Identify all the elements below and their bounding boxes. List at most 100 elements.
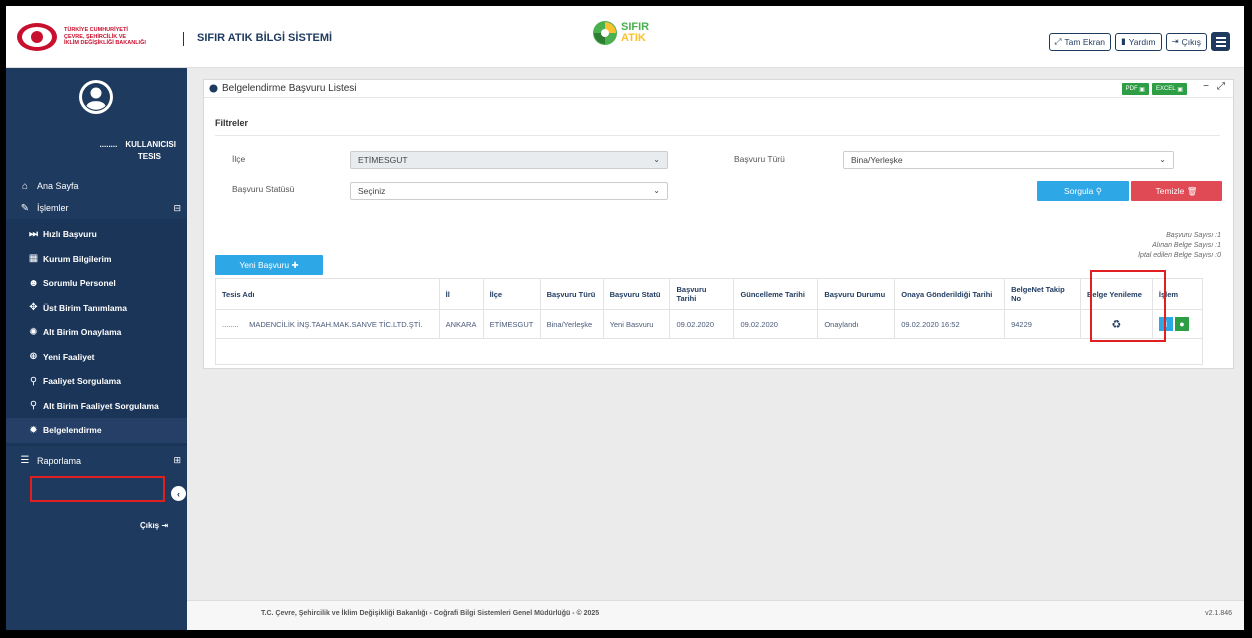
basvuru-turu-label: Başvuru Türü	[734, 154, 785, 164]
certificate-icon: ✹	[29, 424, 38, 436]
sorgula-button[interactable]: Sorgula ⚲	[1037, 181, 1129, 201]
sidebar-item-label: Belgelendirme	[43, 425, 102, 436]
ministry-brand[interactable]: TÜRKİYE CUMHURİYETİ ÇEVRE, ŞEHİRCİLİK VE…	[16, 22, 174, 52]
export-pdf-button[interactable]: PDF ▣	[1121, 83, 1149, 95]
users-icon: ☻	[28, 277, 39, 289]
hamburger-menu-button[interactable]	[1211, 32, 1230, 51]
basvuru-statusu-select[interactable]: Seçiniz ⌄	[350, 182, 668, 200]
fullscreen-label: Tam Ekran	[1064, 36, 1106, 47]
col-belgenet-takip-no[interactable]: BelgeNet Takip No	[1004, 278, 1081, 310]
yeni-basvuru-button[interactable]: Yeni Başvuru ✚	[215, 255, 323, 275]
ilce-select[interactable]: ETİMESGUT ⌄	[350, 151, 668, 169]
col-guncelleme-tarihi[interactable]: Güncelleme Tarihi	[733, 278, 819, 310]
filters-title: Filtreler	[215, 118, 249, 128]
table-row[interactable]: ........ MADENCİLİK İNŞ.TAAH.MAK.SANVE T…	[215, 309, 1204, 339]
panel-window-controls: − ⤢	[1203, 81, 1225, 92]
sidebar-item-label: Alt Birim Faaliyet Sorgulama	[43, 400, 159, 411]
temizle-button[interactable]: Temizle 🗑	[1131, 181, 1222, 201]
sidebar-item-alt-birim-onaylama[interactable]: ✺ Alt Birim Onaylama	[6, 320, 187, 345]
col-basvuru-turu[interactable]: Başvuru Türü	[539, 278, 604, 310]
sidebar-item-label: Yeni Faaliyet	[43, 351, 95, 362]
sidebar-item-label: Alt Birim Onaylama	[43, 327, 122, 338]
edit-icon: ✎	[20, 202, 30, 214]
sidebar-item-home[interactable]: ⌂ Ana Sayfa	[6, 175, 187, 197]
export-excel-button[interactable]: EXCEL ▣	[1151, 83, 1187, 95]
col-basvuru-statu[interactable]: Başvuru Statü	[602, 278, 671, 310]
sidebar-item-faaliyet-sorgulama[interactable]: ⚲ Faaliyet Sorgulama	[6, 369, 187, 394]
panel-title: Belgelendirme Başvuru Listesi	[222, 83, 357, 94]
hamburger-line	[1215, 36, 1226, 39]
sidebar-item-label: Hızlı Başvuru	[43, 229, 97, 240]
search-icon: ⚲	[1095, 185, 1102, 196]
plus-circle-icon: ⊕	[29, 351, 38, 363]
help-button[interactable]: ▮ Yardım	[1115, 32, 1162, 51]
col-ilce[interactable]: İlçe	[482, 278, 541, 310]
sidebar-item-label: Faaliyet Sorgulama	[43, 376, 121, 387]
ilce-label: İlçe	[232, 154, 246, 164]
sifir-atik-logo[interactable]: SIFIR ATIK	[592, 20, 649, 46]
sidebar-item-alt-birim-faaliyet-sorgulama[interactable]: ⚲ Alt Birim Faaliyet Sorgulama	[6, 394, 187, 419]
sidebar-item-label: Raporlama	[37, 455, 82, 466]
certificate-action-icon[interactable]: ●	[1174, 317, 1189, 331]
building-icon: ▦	[28, 253, 39, 265]
arrows-icon: ✥	[29, 302, 38, 314]
user-avatar-icon[interactable]	[77, 78, 115, 116]
ilce-select-value: ETİMESGUT	[358, 155, 408, 165]
sidebar-item-label: Üst Birim Tanımlama	[43, 302, 127, 313]
sidebar-item-yeni-faaliyet[interactable]: ⊕ Yeni Faaliyet	[6, 345, 187, 370]
sidebar-item-belgelendirme[interactable]: ✹ Belgelendirme	[6, 418, 187, 443]
col-tesis-adi[interactable]: Tesis Adı	[215, 278, 440, 310]
sidebar-item-islemler[interactable]: ✎ İşlemler ⊟	[6, 197, 187, 219]
sidebar-collapse-button[interactable]: ‹	[171, 486, 186, 501]
fullscreen-button[interactable]: ⤢ Tam Ekran	[1048, 32, 1112, 51]
export-pdf-label: PDF	[1125, 86, 1138, 92]
sidebar-nav: ⌂ Ana Sayfa ✎ İşlemler ⊟ ⏭ Hızlı Başvuru…	[6, 175, 187, 476]
sidebar-item-ust-birim[interactable]: ✥ Üst Birim Tanımlama	[6, 296, 187, 321]
sidebar-logout-link[interactable]: Çıkış ⇥	[140, 521, 168, 530]
user-name-dots: ........	[99, 140, 118, 149]
col-onaya-gonderildigi[interactable]: Onaya Gönderildiği Tarihi	[894, 278, 1006, 310]
logout-icon: ⇥	[161, 521, 169, 530]
tesis-dots: ........	[222, 319, 239, 329]
sidebar-item-kurum-bilgilerim[interactable]: ▦ Kurum Bilgilerim	[6, 247, 187, 272]
basvuru-turu-select[interactable]: Bina/Yerleşke ⌄	[843, 151, 1174, 169]
footer-version: v2.1.846	[1205, 610, 1232, 617]
sidebar-logout-label: Çıkış	[140, 521, 160, 530]
iptal-belge-sayisi: İptal edilen Belge Sayısı :0	[1138, 252, 1221, 259]
file-icon: ▣	[1177, 86, 1183, 93]
sidebar-item-hizli-basvuru[interactable]: ⏭ Hızlı Başvuru	[6, 222, 187, 247]
sorgula-label: Sorgula	[1064, 186, 1094, 196]
list-icon: ☰	[20, 455, 30, 466]
chevron-down-icon: ⌄	[653, 155, 660, 164]
fullscreen-icon: ⤢	[1054, 36, 1062, 46]
minimize-icon[interactable]: −	[1203, 81, 1209, 92]
basvuru-table: Tesis Adı İl İlçe Başvuru Türü Başvuru S…	[215, 278, 1204, 365]
islemler-submenu: ⏭ Hızlı Başvuru ▦ Kurum Bilgilerim ☻ Sor…	[6, 219, 187, 446]
sidebar-item-raporlama[interactable]: ☰ Raporlama ⊞	[6, 446, 187, 476]
cell-belgenet-takip-no: 94229	[1004, 309, 1081, 339]
search-icon: ⚲	[29, 400, 38, 412]
maximize-icon[interactable]: ⤢	[1217, 81, 1225, 92]
empty-cell	[215, 338, 1203, 365]
header-divider	[183, 32, 184, 46]
alinan-belge-sayisi: Alınan Belge Sayısı :1	[1152, 242, 1221, 249]
sidebar-item-label: Sorumlu Personel	[43, 278, 116, 289]
certificate-icon	[209, 84, 218, 93]
chevron-down-icon: ⌄	[653, 186, 660, 195]
user-role: KULLANICISI	[125, 140, 176, 149]
sidebar-item-sorumlu-personel[interactable]: ☻ Sorumlu Personel	[6, 271, 187, 296]
user-name: ........ KULLANICISI	[6, 140, 176, 149]
top-header: TÜRKİYE CUMHURİYETİ ÇEVRE, ŞEHİRCİLİK VE…	[6, 6, 1244, 68]
col-basvuru-durumu[interactable]: Başvuru Durumu	[817, 278, 896, 310]
col-basvuru-tarihi[interactable]: Başvuru Tarihi	[669, 278, 735, 310]
home-icon: ⌂	[21, 180, 29, 192]
search-icon: ⚲	[29, 375, 38, 387]
export-buttons: PDF ▣ EXCEL ▣	[1121, 83, 1187, 95]
col-il[interactable]: İl	[438, 278, 484, 310]
ministry-line-3: İKLİM DEĞİŞİKLİĞİ BAKANLIĞI	[64, 40, 146, 47]
cell-guncelleme-tarihi: 09.02.2020	[733, 309, 819, 339]
logout-button[interactable]: ⇥ Çıkış	[1165, 32, 1207, 51]
file-icon: ▣	[1139, 86, 1145, 93]
highlight-belgelendirme	[30, 476, 165, 502]
basvuru-statusu-label: Başvuru Statüsü	[232, 184, 295, 194]
